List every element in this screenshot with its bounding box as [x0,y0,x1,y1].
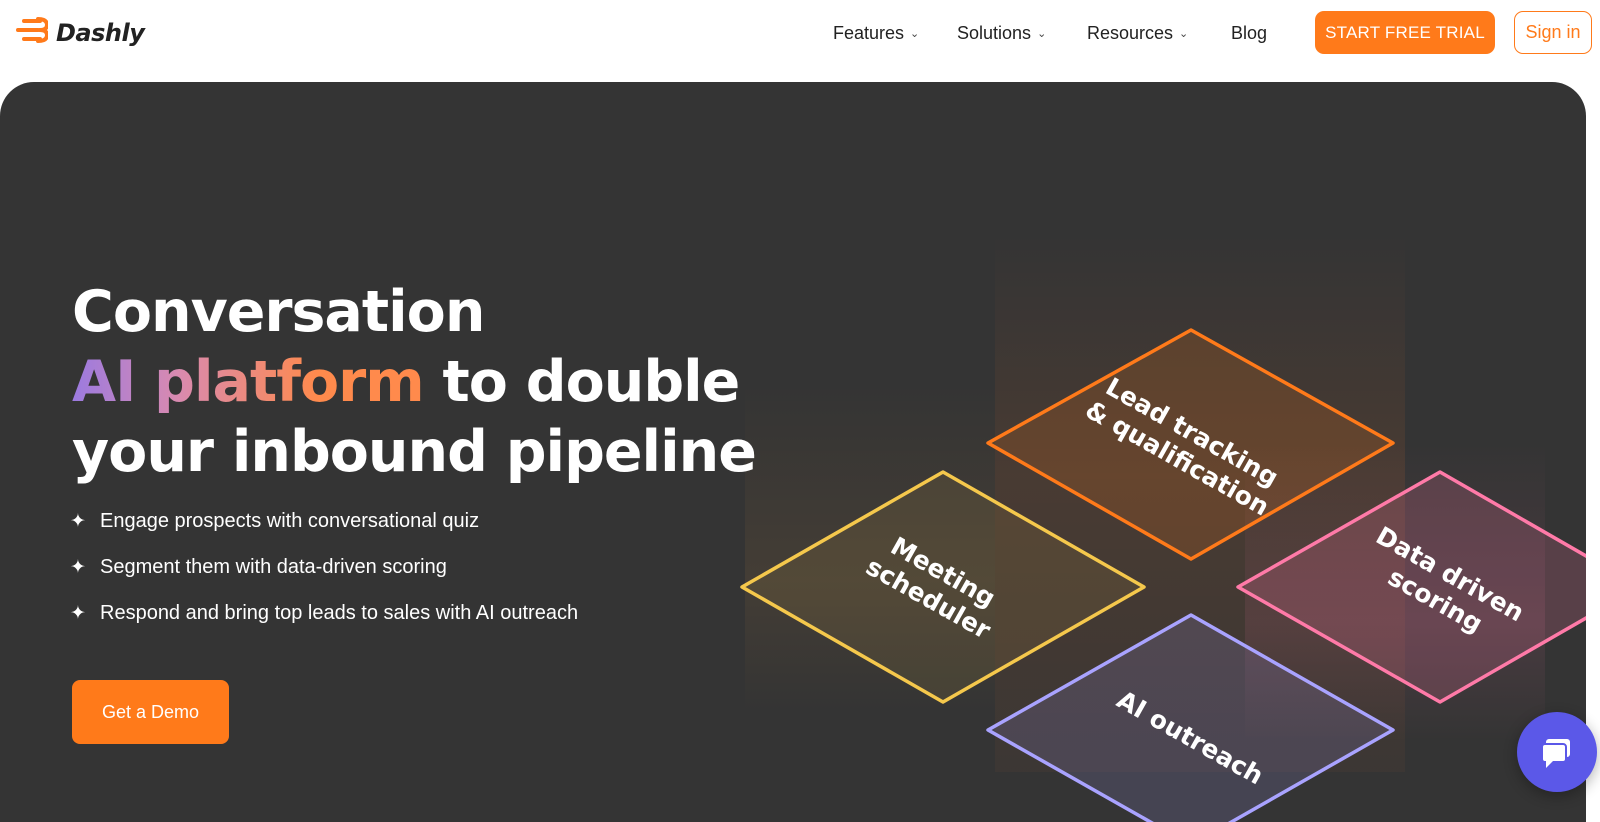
nav-resources[interactable]: Resources ⌄ [1087,20,1188,46]
tile-meeting-scheduler: Meeting scheduler [740,470,1146,704]
site-header: Dashly Features ⌄ Solutions ⌄ Resources … [0,0,1600,82]
tile-data-driven-scoring: Data driven scoring [1236,470,1586,704]
chevron-down-icon: ⌄ [1037,27,1047,40]
hero-section: Conversation AI platform to double your … [0,82,1586,822]
nav-blog[interactable]: Blog [1231,20,1267,46]
brand-logo[interactable]: Dashly [16,16,145,49]
tile-lead-tracking: Lead tracking & qualification [986,328,1395,561]
nav-blog-label: Blog [1231,22,1268,43]
nav-solutions-label: Solutions [957,22,1032,43]
nav-features[interactable]: Features ⌄ [833,20,919,46]
tile-ai-outreach: AI outreach [986,613,1395,822]
sign-in-button[interactable]: Sign in [1514,11,1592,54]
nav-features-label: Features [833,22,905,43]
feature-diagram: Lead tracking & qualification Meeting sc… [740,328,1586,822]
nav-resources-label: Resources [1087,22,1174,43]
chat-icon [1541,739,1570,768]
nav-solutions[interactable]: Solutions ⌄ [957,20,1046,46]
start-free-trial-button[interactable]: START FREE TRIAL [1315,11,1495,54]
chevron-down-icon: ⌄ [910,27,920,40]
brand-name: Dashly [56,18,145,47]
chevron-down-icon: ⌄ [1179,27,1189,40]
dashly-logo-icon [16,16,50,49]
chat-launcher-button[interactable] [1517,712,1597,792]
